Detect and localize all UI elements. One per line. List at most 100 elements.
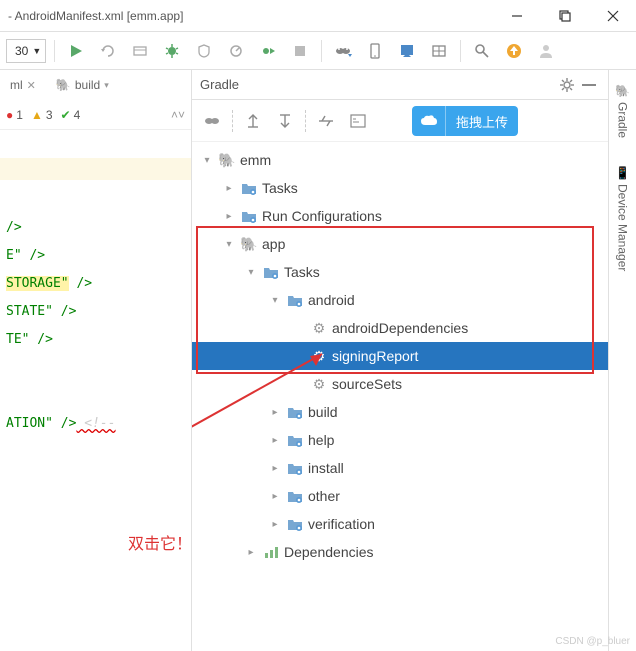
node-label: Run Configurations	[262, 208, 382, 224]
node-label: build	[308, 404, 338, 420]
chevron-down-icon: ▾	[200, 153, 214, 167]
account-button[interactable]	[533, 38, 559, 64]
chevron-down-icon: ▾	[104, 80, 109, 91]
node-label: app	[262, 236, 285, 252]
device-icon: 📱	[615, 166, 630, 180]
upload-label: 拖拽上传	[446, 112, 518, 131]
folder-icon	[240, 207, 258, 225]
profile-button[interactable]	[223, 38, 249, 64]
apply-changes-button[interactable]	[95, 38, 121, 64]
tab-label: ml	[10, 78, 23, 92]
tree-node-verification[interactable]: ▸ verification	[192, 510, 608, 538]
tree-node-runconfig[interactable]: ▸ Run Configurations	[192, 202, 608, 230]
tree-node-install[interactable]: ▸ install	[192, 454, 608, 482]
run-button[interactable]	[63, 38, 89, 64]
chevron-down-icon: ▾	[244, 265, 258, 279]
chevron-right-icon: ▸	[268, 433, 282, 447]
api-level-value: 30	[15, 44, 28, 58]
maximize-button[interactable]	[550, 6, 580, 26]
tree-node-build[interactable]: ▸ build	[192, 398, 608, 426]
gradle-icon: 🐘	[218, 151, 236, 169]
folder-icon	[262, 263, 280, 281]
tree-node-tasks[interactable]: ▸ Tasks	[192, 174, 608, 202]
tree-node-tasks[interactable]: ▾ Tasks	[192, 258, 608, 286]
separator	[54, 40, 55, 62]
annotation-text: 双击它！	[128, 530, 192, 554]
tab-label: build	[75, 78, 100, 92]
coverage-button[interactable]	[191, 38, 217, 64]
tab-build[interactable]: 🐘 build ▾	[46, 71, 119, 99]
chevron-right-icon: ▸	[268, 489, 282, 503]
tree-node-task[interactable]: ⚙ sourceSets	[192, 370, 608, 398]
apply-code-button[interactable]	[127, 38, 153, 64]
tree-node-help[interactable]: ▸ help	[192, 426, 608, 454]
avd-manager-button[interactable]	[362, 38, 388, 64]
node-label: install	[308, 460, 344, 476]
tree-node-android[interactable]: ▾ android	[192, 286, 608, 314]
expand-all-button[interactable]	[239, 107, 267, 135]
chevron-down-icon: ▼	[32, 46, 41, 56]
tree-node-dependencies[interactable]: ▸ Dependencies	[192, 538, 608, 566]
gradle-tree[interactable]: ▾ 🐘 emm ▸ Tasks ▸ Run Configurations ▾ 🐘…	[192, 142, 608, 651]
sidetab-device-manager[interactable]: 📱 Device Manager	[613, 160, 632, 277]
tab-manifest[interactable]: ml ✕	[0, 71, 46, 99]
refresh-button[interactable]	[198, 107, 226, 135]
api-level-dropdown[interactable]: 30 ▼	[6, 39, 46, 63]
settings-button[interactable]	[556, 74, 578, 96]
node-label: Tasks	[262, 180, 298, 196]
resource-manager-button[interactable]	[426, 38, 452, 64]
execute-task-button[interactable]	[344, 107, 372, 135]
search-button[interactable]	[469, 38, 495, 64]
chevron-right-icon: ▸	[268, 517, 282, 531]
gradle-icon: 🐘	[240, 235, 258, 253]
gear-icon: ⚙	[310, 347, 328, 365]
toggle-offline-button[interactable]	[312, 107, 340, 135]
separator	[460, 40, 461, 62]
gradle-icon: 🐘	[56, 78, 71, 92]
tree-node-task[interactable]: ⚙ androidDependencies	[192, 314, 608, 342]
stop-button[interactable]	[287, 38, 313, 64]
sidetab-label: Gradle	[616, 102, 630, 138]
editor-status-bar: ●1 ▲3 ✔4 ˄˅	[0, 100, 191, 130]
upload-widget[interactable]: 拖拽上传	[412, 106, 518, 136]
chevron-down-icon: ▾	[268, 293, 282, 307]
chevron-right-icon: ▸	[268, 461, 282, 475]
attach-debugger-button[interactable]	[255, 38, 281, 64]
node-label: other	[308, 488, 340, 504]
ok-badge[interactable]: ✔4	[61, 108, 81, 122]
folder-icon	[240, 179, 258, 197]
folder-icon	[286, 431, 304, 449]
chevron-right-icon: ▸	[244, 545, 258, 559]
chevron-up-down-icon[interactable]: ˄˅	[171, 108, 185, 122]
tree-node-other[interactable]: ▸ other	[192, 482, 608, 510]
debug-button[interactable]	[159, 38, 185, 64]
chevron-right-icon: ▸	[222, 181, 236, 195]
sdk-manager-button[interactable]	[394, 38, 420, 64]
node-label: Tasks	[284, 264, 320, 280]
folder-icon	[286, 403, 304, 421]
folder-icon	[286, 291, 304, 309]
tree-node-root[interactable]: ▾ 🐘 emm	[192, 146, 608, 174]
sidetab-gradle[interactable]: 🐘 Gradle	[613, 78, 632, 144]
node-label: sourceSets	[332, 376, 402, 392]
minimize-button[interactable]	[502, 6, 532, 26]
error-badge[interactable]: ●1	[6, 108, 23, 122]
window-title: - AndroidManifest.xml [emm.app]	[8, 9, 502, 23]
folder-icon	[286, 459, 304, 477]
node-label: signingReport	[332, 348, 418, 364]
updates-button[interactable]	[501, 38, 527, 64]
code-editor[interactable]: /> E" /> STORAGE" /> STATE" /> TE" /> AT…	[0, 130, 191, 472]
close-button[interactable]	[598, 6, 628, 26]
tree-node-app[interactable]: ▾ 🐘 app	[192, 230, 608, 258]
separator	[321, 40, 322, 62]
tree-node-signing-report[interactable]: ⚙ signingReport	[192, 342, 608, 370]
collapse-all-button[interactable]	[271, 107, 299, 135]
warning-badge[interactable]: ▲3	[31, 108, 53, 122]
node-label: help	[308, 432, 334, 448]
gear-icon: ⚙	[310, 319, 328, 337]
node-label: emm	[240, 152, 271, 168]
close-icon[interactable]: ✕	[27, 79, 36, 92]
hide-button[interactable]	[578, 74, 600, 96]
sync-gradle-button[interactable]	[330, 38, 356, 64]
panel-title: Gradle	[200, 77, 556, 92]
